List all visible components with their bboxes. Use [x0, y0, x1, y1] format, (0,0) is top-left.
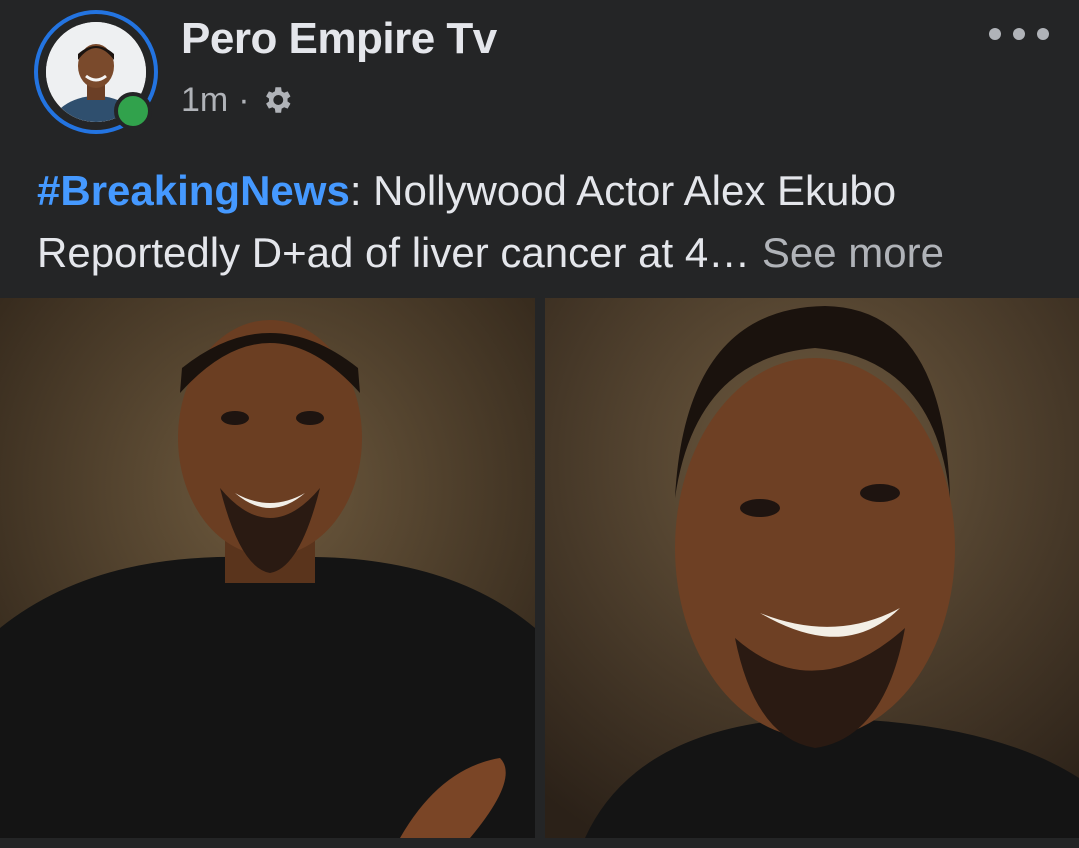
dot [1037, 28, 1049, 40]
photo-right[interactable] [545, 298, 1079, 838]
post-meta: 1m · [181, 80, 294, 120]
meta-separator: · [238, 80, 250, 119]
post-text-line-1-rest: : Nollywood Actor Alex Ekubo [349, 167, 897, 214]
post-timestamp[interactable]: 1m [181, 81, 228, 120]
gear-icon[interactable] [260, 83, 294, 117]
more-dots-icon[interactable] [989, 20, 1049, 48]
dot [989, 28, 1001, 40]
dot [1013, 28, 1025, 40]
post-header: Pero Empire Tv 1m · [0, 0, 1079, 150]
page-name[interactable]: Pero Empire Tv [181, 14, 497, 64]
post-text-line-2-body: Reportedly D+ad of liver cancer at 4… [37, 229, 751, 276]
photo-left[interactable] [0, 298, 535, 838]
post-text-line-1: #BreakingNews: Nollywood Actor Alex Ekub… [37, 160, 1047, 222]
post-card: Pero Empire Tv 1m · #BreakingNews: Nolly… [0, 0, 1079, 848]
online-status-dot [114, 92, 152, 130]
hashtag-link[interactable]: #BreakingNews [37, 167, 350, 214]
post-text-line-2: Reportedly D+ad of liver cancer at 4… Se… [37, 222, 1047, 284]
see-more-link[interactable]: See more [762, 229, 944, 276]
post-text: #BreakingNews: Nollywood Actor Alex Ekub… [37, 160, 1047, 284]
photo-grid [0, 298, 1079, 838]
